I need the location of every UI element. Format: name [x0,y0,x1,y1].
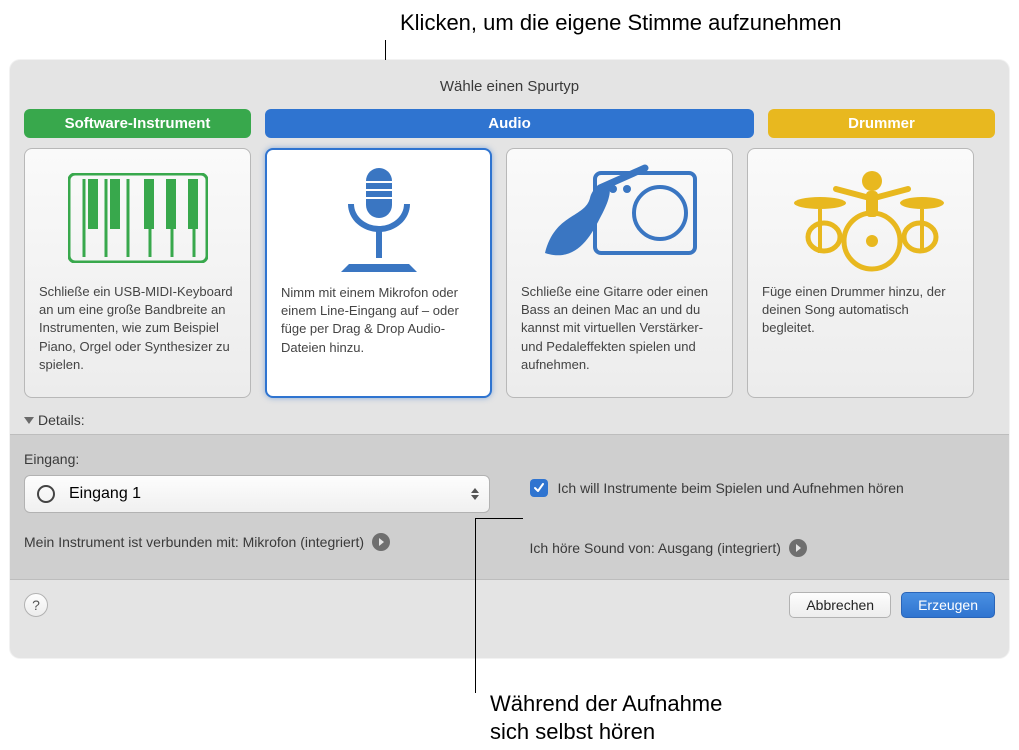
tab-software-instrument[interactable]: Software-Instrument [24,109,251,138]
chevron-down-icon [24,417,34,424]
help-button[interactable]: ? [24,593,48,617]
tab-drummer[interactable]: Drummer [768,109,995,138]
card-audio-guitar-desc: Schließe eine Gitarre oder einen Bass an… [521,283,718,374]
card-audio-mic-desc: Nimm mit einem Mikrofon oder einem Line-… [281,284,476,357]
cancel-button[interactable]: Abbrechen [789,592,891,618]
card-software-instrument[interactable]: Schließe ein USB-MIDI-Keyboard an um ein… [24,148,251,398]
monitor-checkbox[interactable] [530,479,548,497]
output-settings-button[interactable] [789,539,807,557]
callout-top: Klicken, um die eigene Stimme aufzunehme… [400,10,841,36]
tab-audio[interactable]: Audio [265,109,754,138]
card-drummer[interactable]: Füge einen Drummer hinzu, der deinen Son… [747,148,974,398]
card-drummer-desc: Füge einen Drummer hinzu, der deinen Son… [762,283,959,338]
card-audio-mic[interactable]: Nimm mit einem Mikrofon oder einem Line-… [265,148,492,398]
input-select[interactable]: Eingang 1 [24,475,490,513]
input-settings-button[interactable] [372,533,390,551]
dialog-title: Wähle einen Spurtyp [10,60,1009,109]
guitar-amp-icon [521,163,718,273]
create-button[interactable]: Erzeugen [901,592,995,618]
output-device-label: Ich höre Sound von: Ausgang (integriert) [530,540,781,556]
details-disclosure[interactable]: Details: [10,408,1009,434]
microphone-icon [281,164,476,274]
input-channel-icon [37,485,55,503]
input-select-value: Eingang 1 [69,485,141,503]
card-software-instrument-desc: Schließe ein USB-MIDI-Keyboard an um ein… [39,283,236,374]
connected-device-label: Mein Instrument ist verbunden mit: Mikro… [24,534,364,550]
input-label: Eingang: [24,451,490,467]
dialog-footer: ? Abbrechen Erzeugen [10,580,1009,630]
drummer-icon [762,163,959,273]
track-type-tabs: Software-Instrument Audio Drummer [10,109,1009,148]
new-track-dialog: Wähle einen Spurtyp Software-Instrument … [10,60,1009,658]
details-label: Details: [38,412,85,428]
callout-line-bottom-v [475,518,476,693]
card-audio-guitar[interactable]: Schließe eine Gitarre oder einen Bass an… [506,148,733,398]
monitor-checkbox-label: Ich will Instrumente beim Spielen und Au… [558,480,904,496]
select-arrows-icon [471,488,479,500]
callout-line-bottom-h [475,518,523,519]
details-panel: Eingang: Eingang 1 Mein Instrument ist v… [10,434,1009,580]
keyboard-icon [39,163,236,273]
callout-bottom: Während der Aufnahme sich selbst hören [490,690,722,745]
track-type-cards: Schließe ein USB-MIDI-Keyboard an um ein… [10,148,1009,408]
